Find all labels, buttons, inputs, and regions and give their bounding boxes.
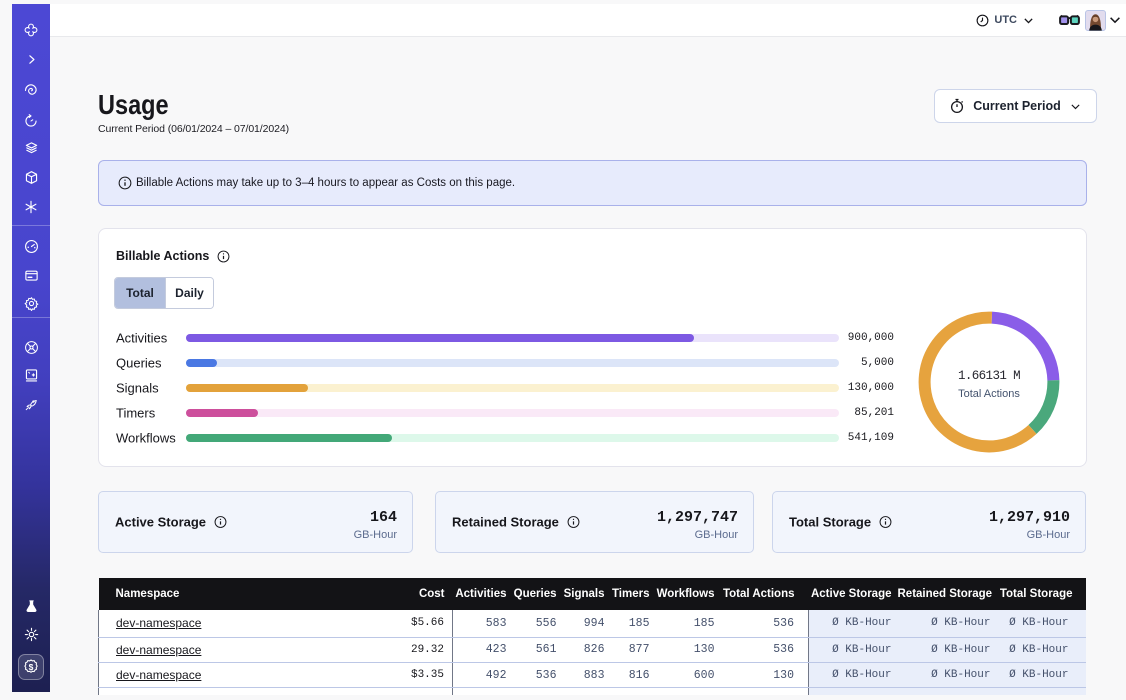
svg-text:$: $ (29, 662, 34, 672)
